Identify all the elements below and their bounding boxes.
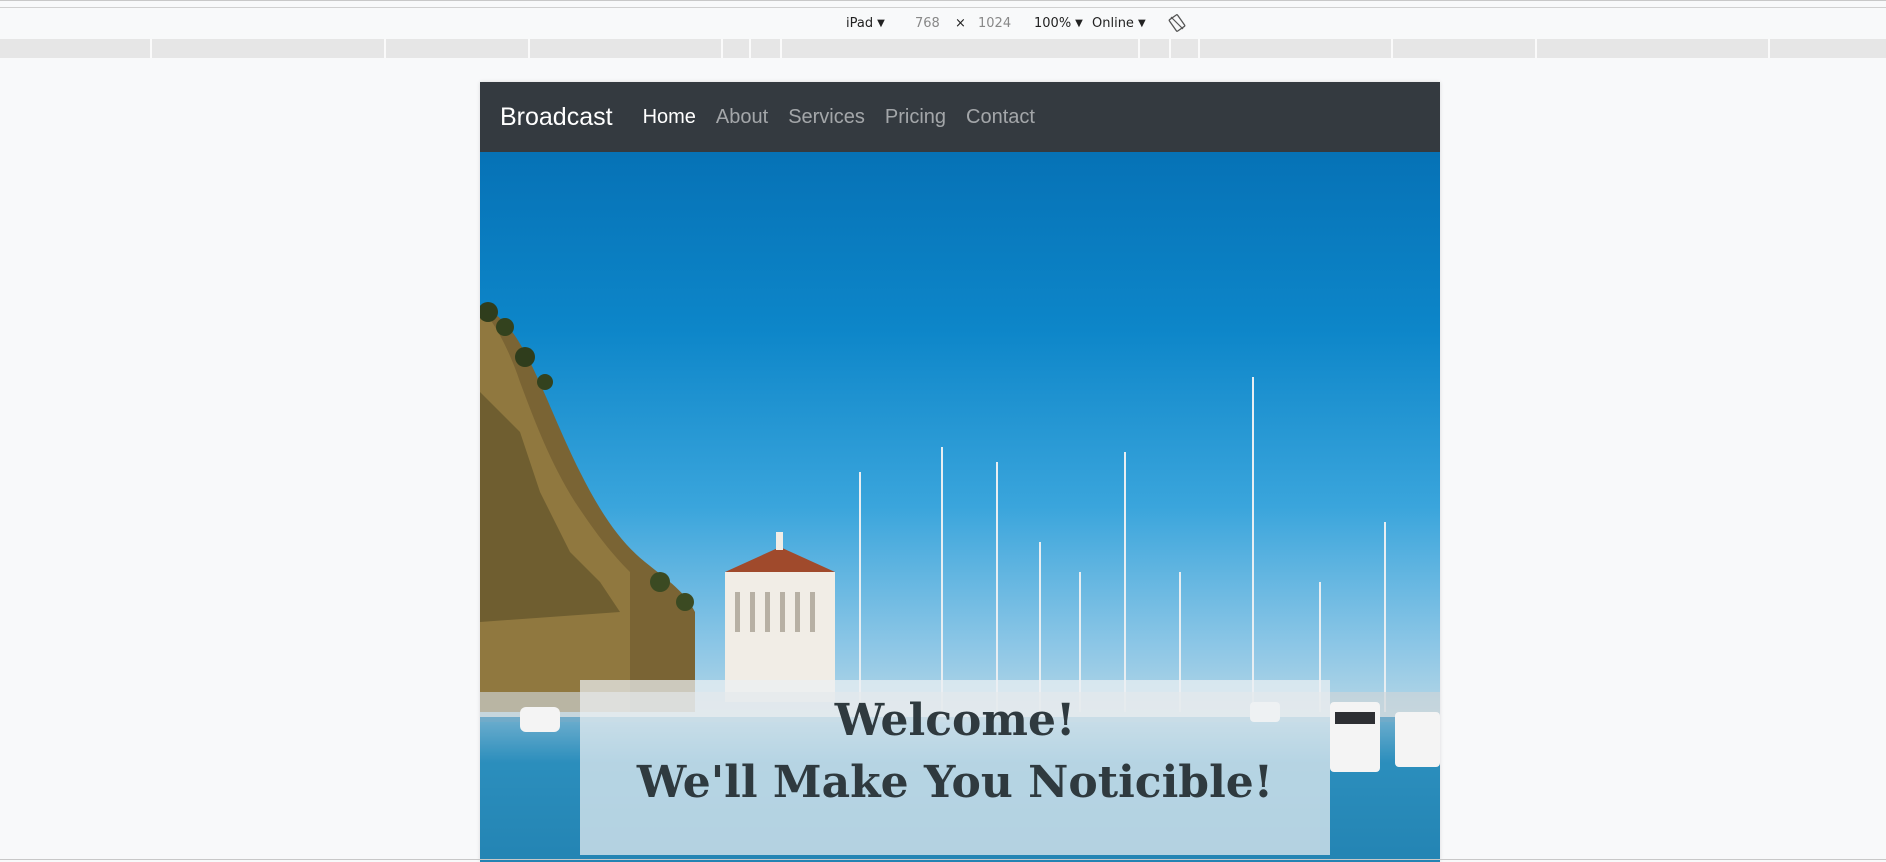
nav-about[interactable]: About bbox=[716, 106, 768, 129]
nav-contact[interactable]: Contact bbox=[966, 106, 1035, 129]
ruler-marker[interactable] bbox=[721, 39, 723, 58]
ruler-marker[interactable] bbox=[150, 39, 152, 58]
zoom-label: 100% bbox=[1034, 15, 1072, 31]
media-query-ruler[interactable] bbox=[0, 39, 1886, 58]
rotate-icon[interactable] bbox=[1168, 14, 1186, 32]
dimension-times: × bbox=[955, 15, 966, 31]
device-viewport: Broadcast Home About Services Pricing Co… bbox=[480, 82, 1440, 862]
welcome-overlay: Welcome! We'll Make You Noticible! bbox=[580, 680, 1330, 855]
device-label: iPad bbox=[846, 15, 874, 31]
devtools-toolbar: iPad ▼ 768 × 1024 100% ▼ Online ▼ bbox=[0, 0, 1886, 38]
chevron-down-icon: ▼ bbox=[877, 17, 885, 29]
device-select[interactable]: iPad ▼ bbox=[846, 13, 885, 33]
ruler-marker[interactable] bbox=[1138, 39, 1140, 58]
nav-services[interactable]: Services bbox=[788, 106, 865, 129]
ruler-marker[interactable] bbox=[1391, 39, 1393, 58]
ruler-marker[interactable] bbox=[1169, 39, 1171, 58]
ruler-marker[interactable] bbox=[1198, 39, 1200, 58]
network-label: Online bbox=[1092, 15, 1134, 31]
hero-heading-line1: Welcome! bbox=[834, 695, 1076, 746]
toolbar-divider bbox=[0, 7, 1886, 8]
ruler-marker[interactable] bbox=[384, 39, 386, 58]
height-input[interactable]: 1024 bbox=[978, 13, 1011, 33]
ruler-marker[interactable] bbox=[528, 39, 530, 58]
ruler-marker[interactable] bbox=[749, 39, 751, 58]
viewport-bottom-border bbox=[0, 859, 1886, 860]
chevron-down-icon: ▼ bbox=[1075, 17, 1083, 29]
nav-home[interactable]: Home bbox=[643, 106, 696, 129]
nav-pricing[interactable]: Pricing bbox=[885, 106, 946, 129]
width-input[interactable]: 768 bbox=[915, 13, 940, 33]
ruler-marker[interactable] bbox=[1535, 39, 1537, 58]
device-toolbar: iPad ▼ 768 × 1024 100% ▼ Online ▼ bbox=[0, 13, 1886, 33]
ruler-marker[interactable] bbox=[780, 39, 782, 58]
ruler-marker[interactable] bbox=[1768, 39, 1770, 58]
brand-link[interactable]: Broadcast bbox=[500, 103, 613, 132]
network-select[interactable]: Online ▼ bbox=[1092, 13, 1146, 33]
site-navbar: Broadcast Home About Services Pricing Co… bbox=[480, 82, 1440, 152]
hero-image: Welcome! We'll Make You Noticible! bbox=[480, 152, 1440, 862]
zoom-select[interactable]: 100% ▼ bbox=[1034, 13, 1083, 33]
hero-heading-line2: We'll Make You Noticible! bbox=[636, 757, 1274, 808]
chevron-down-icon: ▼ bbox=[1137, 17, 1146, 29]
nav-links: Home About Services Pricing Contact bbox=[643, 106, 1055, 129]
